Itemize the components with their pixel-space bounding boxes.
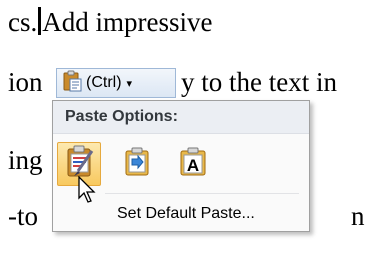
merge-formatting-option[interactable]: [115, 142, 159, 186]
clipboard-arrow-icon: [122, 147, 152, 182]
document-line-3: ing: [8, 144, 43, 176]
document-text: y to the text in: [181, 67, 337, 97]
document-line-2-right: y to the text in: [181, 66, 337, 98]
document-line-1: cs. Add impressive: [8, 6, 212, 38]
keep-text-only-option[interactable]: A: [171, 142, 215, 186]
document-text: ing: [8, 145, 43, 175]
paste-options-menu: Paste Options: A Set Default Paste...: [52, 100, 310, 232]
document-text: cs.: [8, 7, 38, 37]
paste-options-label: (Ctrl): [86, 74, 122, 91]
document-line-4: -to: [8, 200, 38, 232]
document-text: ion: [8, 67, 43, 97]
document-text: n: [351, 201, 365, 231]
document-line-4-right: n: [351, 200, 365, 232]
document-line-2: ion: [8, 66, 43, 98]
svg-text:A: A: [187, 156, 199, 175]
clipboard-icon: [61, 70, 83, 97]
document-text: -to: [8, 201, 38, 231]
chevron-down-icon: ▾: [126, 77, 133, 90]
mouse-pointer-icon: [78, 175, 98, 209]
menu-header: Paste Options:: [53, 101, 309, 134]
text-caret: [38, 7, 42, 35]
paste-options-button[interactable]: (Ctrl) ▾: [56, 68, 176, 98]
document-text: Add impressive: [42, 7, 213, 37]
set-default-paste-item[interactable]: Set Default Paste...: [117, 201, 255, 227]
text-only-a-icon: A: [178, 147, 208, 182]
menu-separator: [105, 193, 299, 194]
